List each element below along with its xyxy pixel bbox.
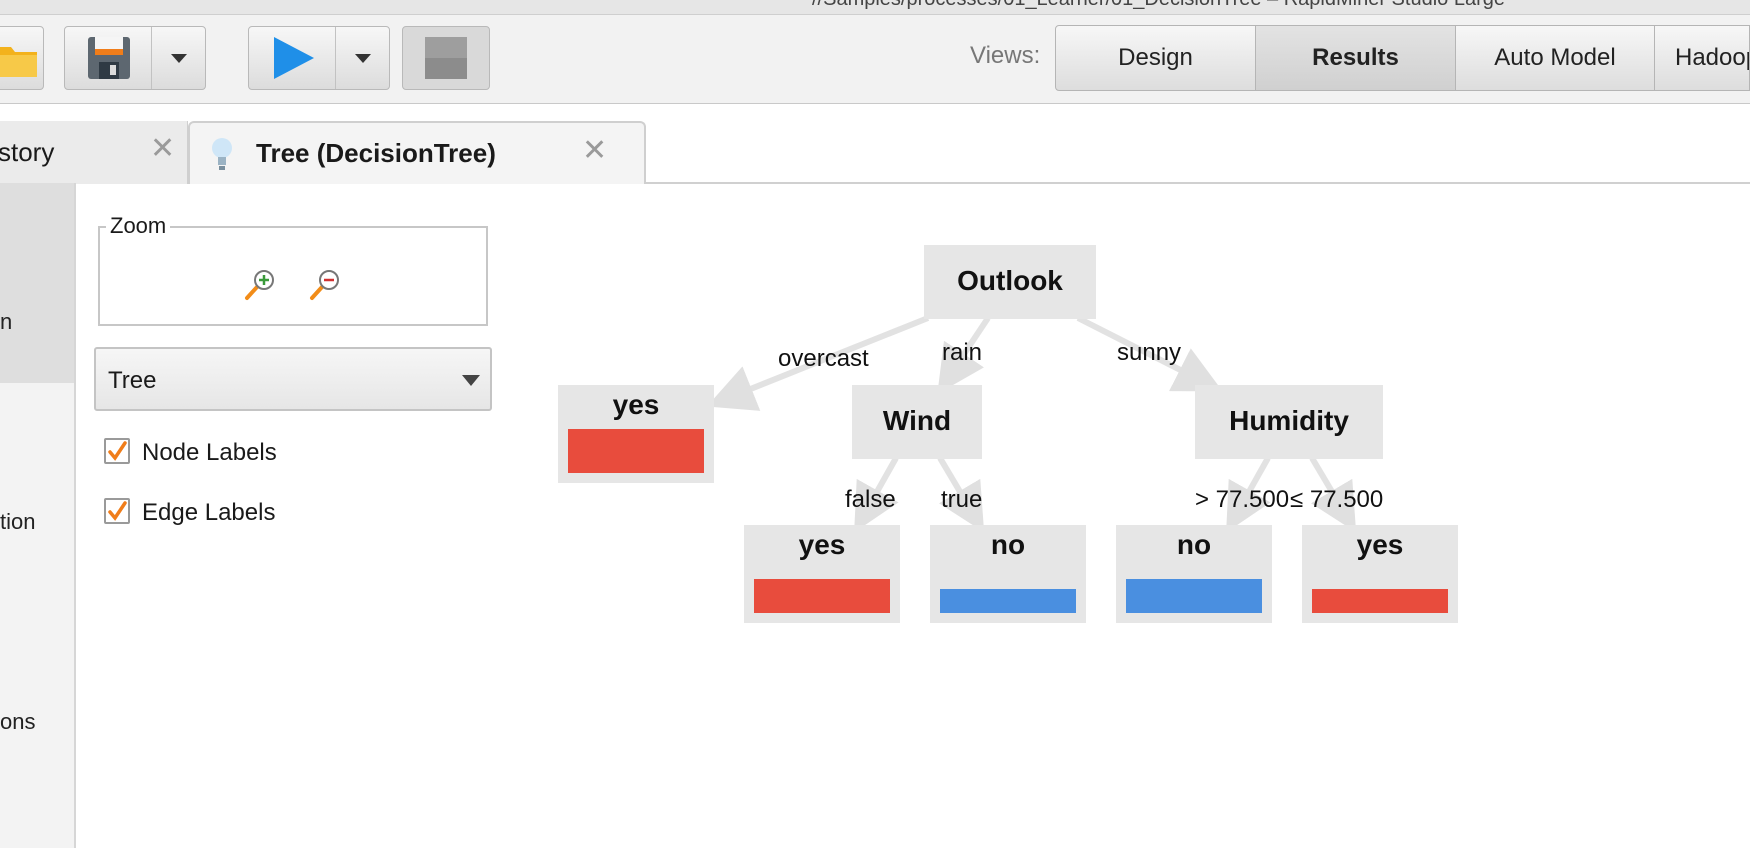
edge-label-sunny: sunny (1117, 339, 1182, 366)
class-bar-yes (754, 579, 890, 613)
class-bar-yes (568, 429, 704, 473)
tree-node-humidity[interactable]: Humidity (1195, 385, 1383, 459)
tree-leaf-wind-false[interactable]: yes (744, 525, 900, 623)
tree-leaf-humidity-le[interactable]: yes (1302, 525, 1458, 623)
edge-label-humidity-le: ≤ 77.500 (1290, 486, 1384, 513)
edge-label-true: true (941, 486, 983, 513)
tree-leaf-overcast[interactable]: yes (558, 385, 714, 483)
edge-label-false: false (845, 486, 896, 513)
edge-label-rain: rain (942, 339, 983, 366)
tree-node-wind[interactable]: Wind (852, 385, 982, 459)
edge-label-humidity-gt: > 77.500 (1195, 486, 1290, 513)
tree-leaf-humidity-gt[interactable]: no (1116, 525, 1272, 623)
class-bar-no (1126, 579, 1262, 613)
class-bar-yes (1312, 589, 1448, 613)
class-bar-no (940, 589, 1076, 613)
edge-label-overcast: overcast (778, 345, 869, 372)
tree-node-outlook[interactable]: Outlook (924, 245, 1096, 319)
tree-leaf-wind-true[interactable]: no (930, 525, 1086, 623)
